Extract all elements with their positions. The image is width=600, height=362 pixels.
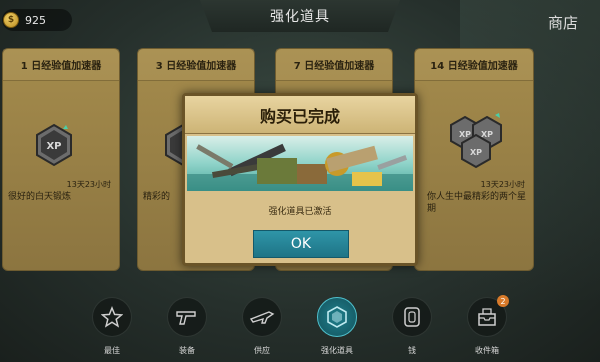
card-timer: 13天23小时 bbox=[66, 180, 111, 189]
card-description: 你人生中最精彩的两个星期 bbox=[427, 192, 527, 214]
coin-icon: $ bbox=[3, 12, 19, 28]
ok-button[interactable]: OK bbox=[253, 230, 349, 258]
svg-text:XP: XP bbox=[470, 148, 482, 157]
page-title: 强化道具 bbox=[270, 9, 330, 25]
rifle-icon bbox=[242, 297, 282, 337]
nav-label: 最佳 bbox=[104, 346, 120, 355]
card-title: 7 日经验值加速器 bbox=[276, 49, 392, 81]
top-bar: $ 925 强化道具 商店 bbox=[0, 0, 600, 40]
weapons-illustration bbox=[187, 143, 413, 191]
purchase-complete-dialog: 购买已完成 强化道具已激活 OK bbox=[182, 93, 418, 266]
card-title: 1 日经验值加速器 bbox=[3, 49, 119, 81]
money-icon bbox=[392, 297, 432, 337]
pistol-icon bbox=[167, 297, 207, 337]
nav-item-gear[interactable]: 装备 bbox=[159, 297, 215, 361]
card-title: 14 日经验值加速器 bbox=[415, 49, 533, 81]
svg-text:XP: XP bbox=[459, 130, 471, 139]
xp-stack-icon: XP XP XP bbox=[450, 113, 502, 169]
xp-icon: XP bbox=[36, 123, 72, 167]
coin-balance-value: 925 bbox=[25, 13, 46, 27]
star-icon bbox=[92, 297, 132, 337]
card-title: 3 日经验值加速器 bbox=[138, 49, 254, 81]
nav-label: 钱 bbox=[408, 346, 416, 355]
shop-button[interactable]: 商店 bbox=[548, 12, 578, 33]
nav-item-money[interactable]: 钱 bbox=[384, 297, 440, 361]
booster-card-14-day[interactable]: 14 日经验值加速器 XP XP XP 13天23小时 你人生中最精彩的两个星期 bbox=[414, 48, 534, 271]
nav-item-best[interactable]: 最佳 bbox=[84, 297, 140, 361]
bottom-nav: 最佳 装备 供应 强化道具 钱 2 收件箱 bbox=[0, 290, 600, 362]
page-title-tab: 强化道具 bbox=[200, 0, 400, 32]
dialog-title: 购买已完成 bbox=[185, 96, 415, 134]
coin-balance[interactable]: $ 925 bbox=[2, 9, 72, 31]
dialog-message: 强化道具已激活 bbox=[268, 207, 332, 217]
weapons-banner-image bbox=[187, 136, 413, 191]
nav-label: 供应 bbox=[254, 346, 270, 355]
card-description: 很好的白天锻炼 bbox=[8, 192, 72, 202]
svg-text:XP: XP bbox=[481, 130, 493, 139]
nav-label: 装备 bbox=[179, 346, 195, 355]
nav-item-boosts[interactable]: 强化道具 bbox=[309, 297, 365, 361]
nav-label: 强化道具 bbox=[321, 346, 353, 355]
card-timer: 13天23小时 bbox=[480, 180, 525, 189]
svg-text:XP: XP bbox=[46, 141, 61, 152]
inbox-count-badge: 2 bbox=[497, 295, 509, 307]
nav-item-inbox[interactable]: 2 收件箱 bbox=[459, 295, 515, 361]
nav-item-supply[interactable]: 供应 bbox=[234, 297, 290, 361]
nav-label: 收件箱 bbox=[475, 346, 499, 355]
booster-card-1-day[interactable]: 1 日经验值加速器 XP 13天23小时 很好的白天锻炼 bbox=[2, 48, 120, 271]
boost-icon bbox=[317, 297, 357, 337]
